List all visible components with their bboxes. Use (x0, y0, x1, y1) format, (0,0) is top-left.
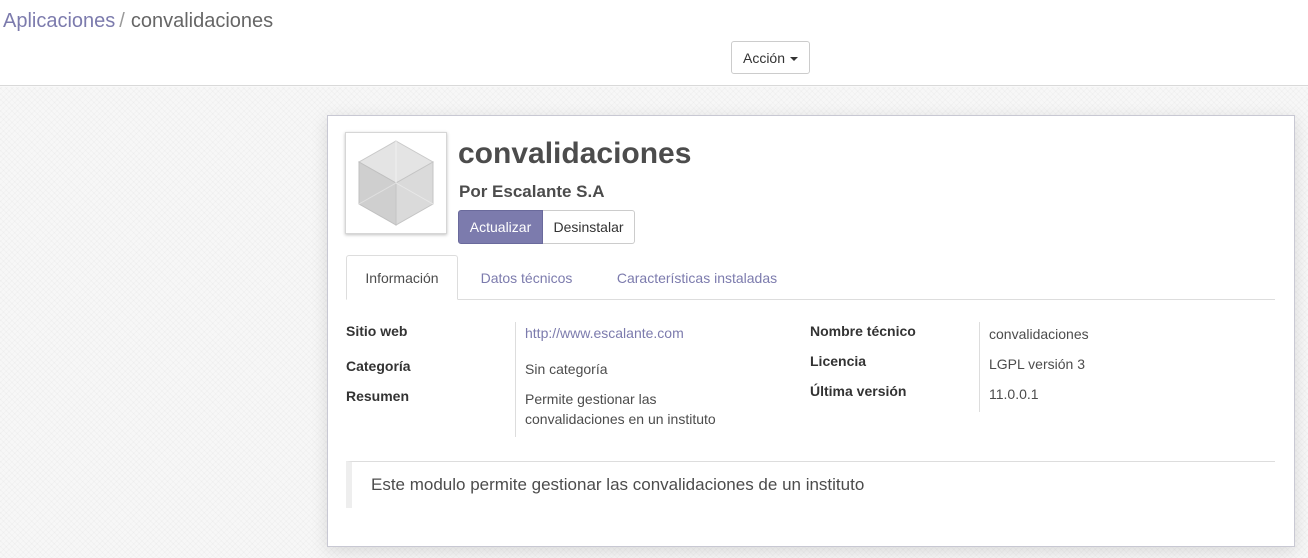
tab-datos-tecnicos[interactable]: Datos técnicos (469, 255, 584, 300)
latest-version-value: 11.0.0.1 (989, 386, 1039, 402)
website-label: Sitio web (346, 323, 408, 339)
license-value: LGPL versión 3 (989, 356, 1085, 372)
module-form-sheet: convalidaciones Por Escalante S.A Actual… (327, 115, 1295, 547)
caret-down-icon (790, 56, 799, 61)
cube-icon (345, 132, 447, 234)
summary-value: Permite gestionar las convalidaciones en… (525, 389, 716, 429)
summary-line: convalidaciones en un instituto (525, 411, 716, 427)
latest-version-label: Última versión (810, 383, 907, 399)
summary-line: Permite gestionar las (525, 391, 657, 407)
tab-caracteristicas-instaladas[interactable]: Características instaladas (602, 255, 792, 300)
control-panel: Aplicaciones / convalidaciones Acción (0, 0, 1308, 86)
category-value: Sin categoría (525, 361, 608, 377)
license-label: Licencia (810, 353, 867, 369)
breadcrumb-apps-link[interactable]: Aplicaciones (3, 10, 115, 32)
module-description: Este modulo permite gestionar las conval… (346, 461, 1275, 508)
right-column-divider (979, 322, 980, 412)
breadcrumb: Aplicaciones / convalidaciones (3, 9, 273, 33)
upgrade-button[interactable]: Actualizar (458, 210, 543, 244)
action-dropdown-button[interactable]: Acción (731, 41, 810, 74)
summary-label: Resumen (346, 388, 410, 404)
technical-name-value: convalidaciones (989, 326, 1089, 342)
website-link[interactable]: http://www.escalante.com (525, 323, 684, 343)
category-label: Categoría (346, 358, 411, 374)
module-title: convalidaciones (458, 137, 692, 170)
technical-name-label: Nombre técnico (810, 323, 916, 339)
module-author: Por Escalante S.A (459, 182, 605, 201)
breadcrumb-separator: / (119, 10, 125, 32)
uninstall-button[interactable]: Desinstalar (543, 210, 635, 244)
action-button-label: Acción (742, 49, 786, 66)
breadcrumb-current: convalidaciones (130, 10, 274, 32)
tab-informacion[interactable]: Información (346, 255, 458, 300)
left-column-divider (515, 322, 516, 437)
